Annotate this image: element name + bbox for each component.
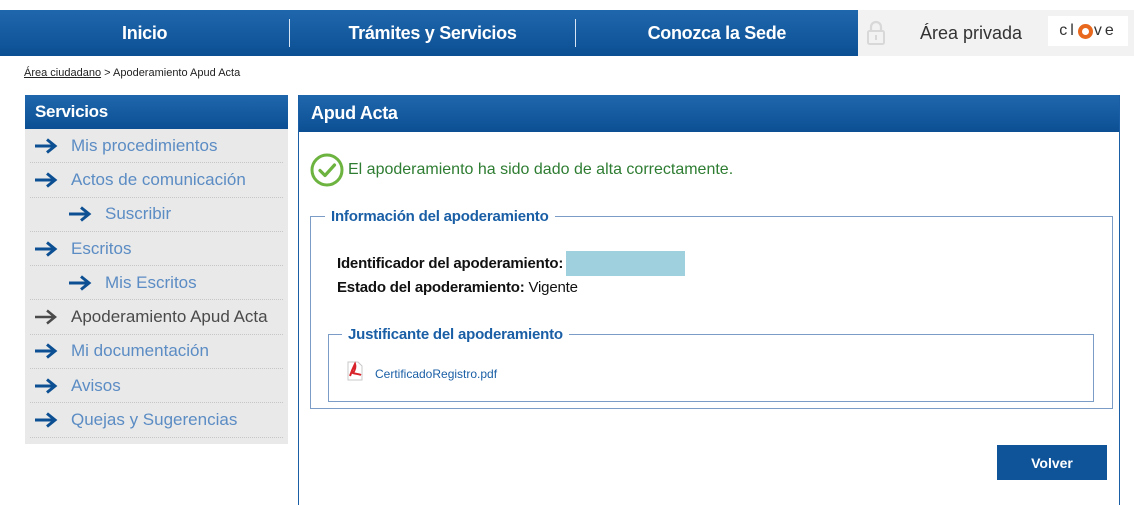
header: Inicio Trámites y Servicios Conozca la S… [0,0,1134,62]
pdf-download-link[interactable]: CertificadoRegistro.pdf [375,367,497,381]
volver-button[interactable]: Volver [997,445,1107,480]
sidebar-item-label: Mi documentación [71,341,209,361]
sidebar-item-label: Avisos [71,375,121,395]
success-message: El apoderamiento ha sido dado de alta co… [309,152,733,188]
arrow-right-icon [34,240,60,257]
page-title: Apud Acta [299,95,1119,132]
arrow-right-icon [34,309,60,325]
sidebar-item-label: Apoderamiento Apud Acta [71,307,268,327]
arrow-right-icon [34,412,60,428]
id-value-redacted [566,251,686,276]
info-legend: Información del apoderamiento [331,208,549,225]
id-label: Identificador del apoderamiento: [337,255,564,272]
sidebar: Servicios Mis procedimientos Actos de co… [25,95,288,444]
nav-inicio[interactable]: Inicio [0,10,289,56]
sidebar-item-label: Mis Escritos [105,272,197,292]
sidebar-title: Servicios [25,95,288,129]
sidebar-item-label: Actos de comunicación [71,169,246,189]
sidebar-item-suscribir[interactable]: Suscribir [30,198,283,232]
breadcrumb-current: Apoderamiento Apud Acta [113,67,241,79]
breadcrumb-link-area-ciudadano[interactable]: Área ciudadano [24,67,101,79]
sidebar-item-mis-escritos[interactable]: Mis Escritos [30,266,283,301]
justificante-fieldset: Justificante del apoderamiento Certifica… [328,326,1094,402]
sidebar-item-escritos[interactable]: Escritos [30,232,283,267]
info-fieldset: Información del apoderamiento Identifica… [310,208,1113,409]
arrow-right-icon [34,343,60,360]
id-row: Identificador del apoderamiento: [337,251,686,276]
lock-icon [862,10,890,56]
pdf-file-icon [347,361,363,386]
sidebar-item-apoderamiento-apud-acta[interactable]: Apoderamiento Apud Acta [30,300,283,335]
arrow-right-icon [34,172,60,188]
sidebar-menu: Mis procedimientos Actos de comunicación… [25,129,288,438]
clave-logo-text-end: ve [1093,22,1117,39]
clave-logo-text: cl [1059,22,1077,39]
breadcrumb-separator: > [104,67,113,79]
sidebar-item-label: Suscribir [105,204,172,224]
nav-conozca-sede[interactable]: Conozca la Sede [576,10,858,56]
sidebar-item-avisos[interactable]: Avisos [30,369,283,404]
private-area-label[interactable]: Área privada [920,23,1022,44]
status-row: Estado del apoderamiento: Vigente [337,279,578,296]
main-nav: Inicio Trámites y Servicios Conozca la S… [0,10,858,56]
sidebar-item-label: Quejas y Sugerencias [71,410,238,430]
arrow-right-icon [68,275,94,291]
sidebar-item-label: Escritos [71,238,132,258]
arrow-right-icon [34,137,60,154]
sidebar-item-actos-comunicacion[interactable]: Actos de comunicación [30,163,283,198]
status-value: Vigente [528,279,578,296]
clave-logo[interactable]: cl ve [1048,16,1128,46]
justificante-legend: Justificante del apoderamiento [348,326,563,343]
sidebar-item-mi-documentacion[interactable]: Mi documentación [30,335,283,370]
pdf-attachment[interactable]: CertificadoRegistro.pdf [347,361,497,386]
success-text: El apoderamiento ha sido dado de alta co… [348,161,734,178]
main-panel: Apud Acta El apoderamiento ha sido dado … [298,95,1120,505]
check-circle-icon [309,152,345,188]
breadcrumb: Área ciudadano > Apoderamiento Apud Acta [24,67,240,79]
status-label: Estado del apoderamiento: [337,279,525,296]
nav-tramites-servicios[interactable]: Trámites y Servicios [290,10,574,56]
sidebar-item-quejas-sugerencias[interactable]: Quejas y Sugerencias [30,403,283,438]
clave-logo-mark [1077,23,1093,39]
sidebar-item-label: Mis procedimientos [71,135,218,155]
arrow-right-icon [68,206,94,222]
sidebar-item-mis-procedimientos[interactable]: Mis procedimientos [30,129,283,164]
arrow-right-icon [34,378,60,394]
